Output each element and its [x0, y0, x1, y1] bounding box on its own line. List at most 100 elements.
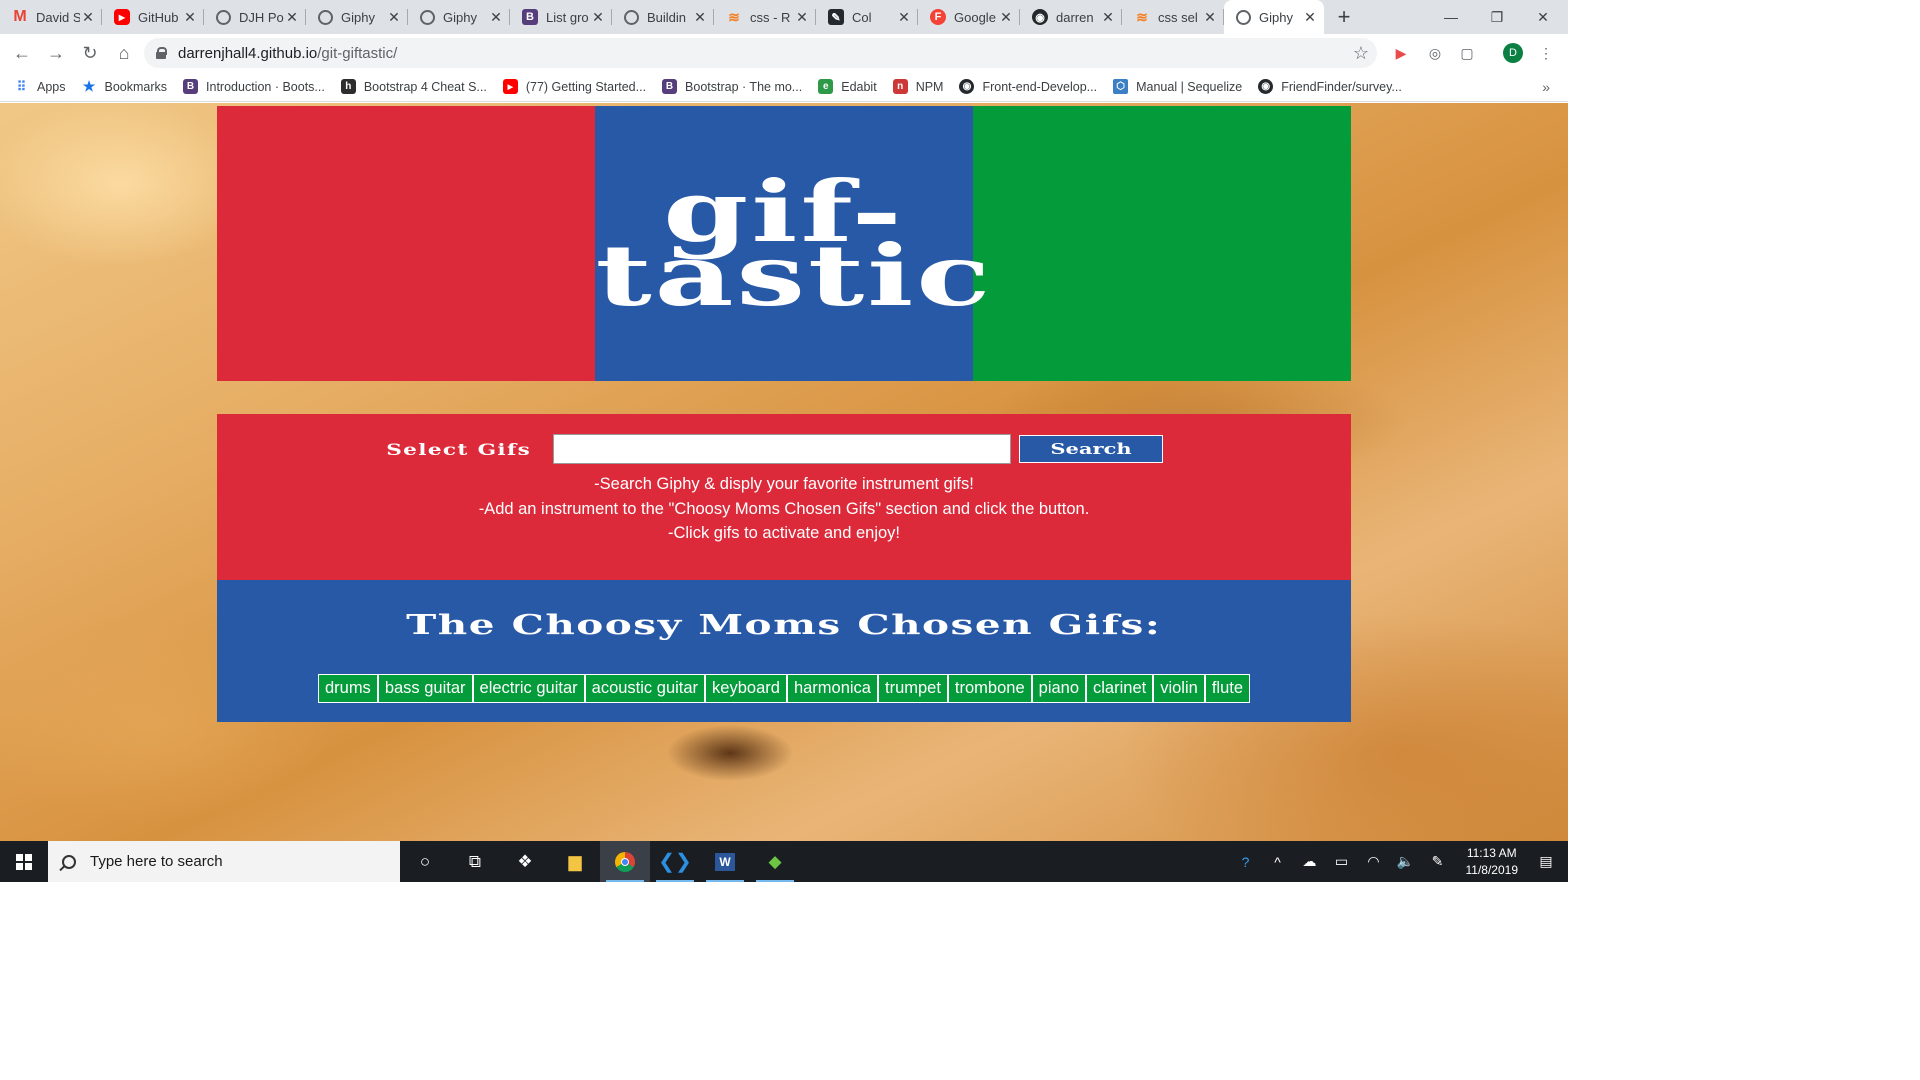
gif-button-drums[interactable]: drums: [317, 674, 378, 703]
profile-avatar[interactable]: D: [1503, 43, 1523, 63]
tab-title: Google: [954, 9, 996, 25]
browser-tab[interactable]: F Google ✕: [918, 0, 1020, 34]
browser-tab-active[interactable]: Giphy ✕: [1224, 0, 1324, 34]
cortana-icon[interactable]: ○: [400, 841, 450, 882]
back-icon[interactable]: ←: [6, 37, 38, 69]
browser-tab[interactable]: Giphy ✕: [306, 0, 408, 34]
window-close-button[interactable]: ✕: [1520, 0, 1566, 34]
search-button[interactable]: Search: [1018, 435, 1163, 463]
close-icon[interactable]: ✕: [182, 9, 198, 26]
gif-button-trombone[interactable]: trombone: [947, 674, 1032, 703]
close-icon[interactable]: ✕: [1202, 9, 1218, 26]
pen-icon[interactable]: ✎: [1422, 853, 1454, 870]
browser-tab[interactable]: ◉ darren ✕: [1020, 0, 1122, 34]
windows-logo-icon: [16, 853, 32, 870]
new-tab-button[interactable]: +: [1324, 0, 1364, 34]
bookmark-item[interactable]: ⠿ Apps: [14, 79, 66, 94]
battery-icon[interactable]: ▭: [1326, 853, 1358, 870]
gif-button-harmonica[interactable]: harmonica: [786, 674, 878, 703]
address-bar[interactable]: darrenjhall4.github.io/git-giftastic/ ☆: [144, 38, 1377, 68]
gif-button-flute[interactable]: flute: [1204, 674, 1251, 703]
browser-tab[interactable]: ▶ GitHub ✕: [102, 0, 204, 34]
bookmark-item[interactable]: ⬡ Manual | Sequelize: [1113, 79, 1242, 94]
hero-blue-block: gif-tastic: [595, 106, 990, 381]
gif-button-bass-guitar[interactable]: bass guitar: [377, 674, 473, 703]
browser-tab[interactable]: ✎ Col ✕: [816, 0, 918, 34]
extension-icon[interactable]: ▶: [1390, 42, 1412, 64]
browser-tab[interactable]: ≋ css - R ✕: [714, 0, 816, 34]
volume-icon[interactable]: 🔈: [1390, 853, 1422, 870]
browser-tab[interactable]: Giphy ✕: [408, 0, 510, 34]
minimize-button[interactable]: —: [1428, 0, 1474, 34]
close-icon[interactable]: ✕: [590, 9, 606, 26]
extension-icon[interactable]: ◎: [1424, 42, 1446, 64]
instruction-line: -Add an instrument to the "Choosy Moms C…: [478, 499, 1090, 518]
browser-tab[interactable]: Buildin ✕: [612, 0, 714, 34]
home-icon[interactable]: ⌂: [108, 37, 140, 69]
close-icon[interactable]: ✕: [692, 9, 708, 26]
bookmark-item[interactable]: B Introduction · Boots...: [183, 79, 325, 94]
github-icon: ◉: [1032, 9, 1048, 25]
gif-button-acoustic-guitar[interactable]: acoustic guitar: [584, 674, 706, 703]
bookmark-item[interactable]: e Edabit: [818, 79, 877, 94]
task-view-icon[interactable]: ⧉: [450, 841, 500, 882]
github-icon: ◉: [959, 79, 975, 94]
close-icon[interactable]: ✕: [488, 9, 504, 26]
git-kraken-icon[interactable]: ◆: [750, 841, 800, 882]
close-icon[interactable]: ✕: [80, 9, 96, 26]
gif-button-violin[interactable]: violin: [1153, 674, 1205, 703]
gif-button-piano[interactable]: piano: [1031, 674, 1087, 703]
tab-title: David S: [36, 9, 80, 25]
dropbox-icon[interactable]: ❖: [500, 841, 550, 882]
notifications-icon[interactable]: ▤: [1530, 853, 1562, 870]
browser-tab[interactable]: DJH Po ✕: [204, 0, 306, 34]
close-icon[interactable]: ✕: [1302, 9, 1318, 26]
chevron-right-icon[interactable]: »: [1542, 79, 1550, 95]
extension-icon[interactable]: ▢: [1456, 42, 1478, 64]
close-icon[interactable]: ✕: [794, 9, 810, 26]
bookmark-star-icon[interactable]: ☆: [1353, 43, 1369, 64]
wifi-icon[interactable]: ◠: [1358, 853, 1390, 870]
forward-icon[interactable]: →: [40, 37, 72, 69]
close-icon[interactable]: ✕: [386, 9, 402, 26]
chosen-gifs-title: The Choosy Moms Chosen Gifs:: [217, 610, 1351, 641]
bookmark-item[interactable]: ▶ (77) Getting Started...: [502, 79, 646, 94]
gif-button-keyboard[interactable]: keyboard: [705, 674, 787, 703]
bookmark-item[interactable]: ★ Bookmarks: [82, 78, 167, 94]
stackoverflow-icon: ≋: [1136, 8, 1148, 25]
start-button[interactable]: [0, 841, 48, 882]
gif-button-electric-guitar[interactable]: electric guitar: [472, 674, 585, 703]
restore-button[interactable]: ❐: [1474, 0, 1520, 34]
gif-button-clarinet[interactable]: clarinet: [1086, 674, 1154, 703]
reload-icon[interactable]: ↻: [74, 37, 106, 69]
close-icon[interactable]: ✕: [998, 9, 1014, 26]
browser-tab[interactable]: ≋ css sel ✕: [1122, 0, 1224, 34]
file-explorer-icon[interactable]: ▆: [550, 841, 600, 882]
tab-title: Giphy: [443, 9, 477, 25]
bookmark-item[interactable]: n NPM: [892, 79, 943, 94]
menu-icon[interactable]: ⋮: [1535, 42, 1557, 64]
bookmark-item[interactable]: ◉ Front-end-Develop...: [959, 79, 1097, 94]
help-icon[interactable]: ?: [1230, 854, 1262, 870]
browser-tab[interactable]: M David S ✕: [0, 0, 102, 34]
close-icon[interactable]: ✕: [1100, 9, 1116, 26]
tab-title: Giphy: [1259, 9, 1293, 25]
tab-title: DJH Po: [239, 9, 284, 25]
bookmark-item[interactable]: B Bootstrap · The mo...: [662, 79, 802, 94]
close-icon[interactable]: ✕: [284, 9, 300, 26]
browser-tab[interactable]: B List gro ✕: [510, 0, 612, 34]
clock[interactable]: 11:13 AM 11/8/2019: [1454, 845, 1531, 879]
chrome-icon[interactable]: [600, 841, 650, 882]
gif-button-trumpet[interactable]: trumpet: [877, 674, 948, 703]
vscode-icon[interactable]: ❮❯: [650, 841, 700, 882]
close-icon[interactable]: ✕: [896, 9, 912, 26]
word-icon[interactable]: W: [700, 841, 750, 882]
onedrive-icon[interactable]: ☁: [1294, 853, 1326, 870]
search-input[interactable]: [552, 434, 1011, 464]
chevron-up-icon[interactable]: ^: [1262, 854, 1294, 870]
bookmark-item[interactable]: h Bootstrap 4 Cheat S...: [340, 79, 487, 94]
bootstrap-icon: B: [662, 79, 678, 94]
bookmark-item[interactable]: ◉ FriendFinder/survey...: [1258, 79, 1402, 94]
taskbar-search[interactable]: Type here to search: [48, 841, 400, 882]
gmail-icon: M: [13, 8, 27, 25]
